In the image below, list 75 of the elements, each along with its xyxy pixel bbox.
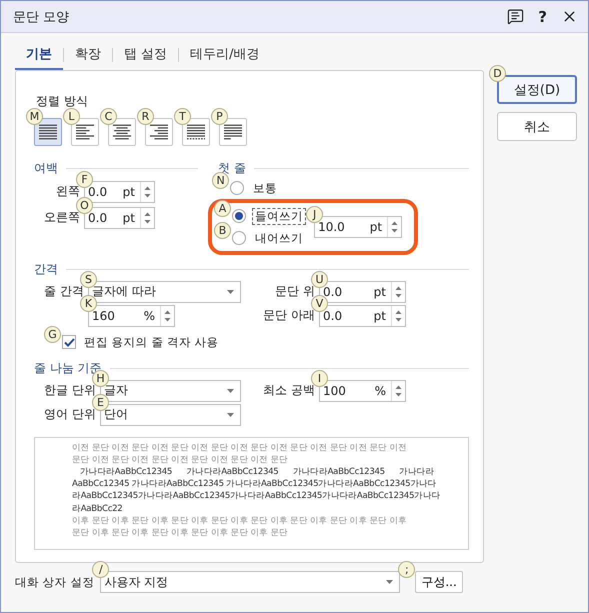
- alignment-icon: [39, 124, 57, 140]
- feedback-icon[interactable]: [507, 8, 524, 25]
- dropdown[interactable]: 단어: [100, 404, 241, 426]
- number-field[interactable]: 0.0 pt: [84, 180, 155, 202]
- field-label: 대화 상자 설정: [15, 574, 94, 590]
- window-title: 문단 모양: [13, 8, 70, 26]
- radio-button[interactable]: [230, 181, 244, 195]
- key-tip: N: [212, 172, 230, 189]
- alignment-button[interactable]: [71, 118, 99, 146]
- key-tip: L: [63, 108, 80, 125]
- key-tip: D: [489, 65, 506, 82]
- dropdown[interactable]: 사용자 지정: [100, 571, 400, 593]
- preview-text: 가나다라AaBbCc12345 가나다라AaBbCc12345 가나다라AaBbCc12345 가나다라: [79, 466, 434, 478]
- key-tip: V: [311, 294, 328, 312]
- preview-text: AaBbCc12345 가나다라AaBbCc12345 가나다라AaBbCc12345가나다라AaBbCc12345가나다: [72, 478, 434, 490]
- key-tip: O: [76, 196, 93, 214]
- alignment-button[interactable]: [145, 118, 173, 146]
- key-tip: U: [311, 270, 328, 288]
- radio-label: 내어쓰기: [254, 230, 304, 246]
- preview-text: 문단 이전 문단 이전 문단 이전 문단 이전 문단 이전 문단: [72, 454, 289, 466]
- preview-text: 라AaBbCc12345가나다라AaBbCc12345가나다라AaBbCc12345가나다라AaBbCc12345가나다: [72, 490, 442, 503]
- key-tip: J: [306, 206, 324, 223]
- caret-icon: [227, 412, 234, 417]
- key-tip: F: [76, 170, 93, 188]
- preview-text: 라AaBbCc22: [72, 502, 124, 515]
- key-tip: A: [214, 200, 232, 217]
- alignment-icon: [76, 124, 94, 140]
- key-tip: /: [92, 561, 110, 578]
- caret-icon: [386, 580, 394, 584]
- tab[interactable]: 테두리/배경: [179, 39, 271, 70]
- radio-label: 보통: [252, 180, 278, 196]
- section-label: 정렬 방식: [35, 93, 89, 110]
- alignment-icon: [113, 124, 131, 140]
- radio-button[interactable]: [232, 209, 246, 223]
- key-tip: R: [137, 108, 154, 125]
- key-tip: ;: [398, 561, 416, 578]
- help-button[interactable]: ?: [538, 8, 547, 26]
- preview-text: 이후 문단 이후 문단 이후 문단 이후 문단 이후 문단 이후 문단 이후 문단 이후 문단 이후: [72, 514, 408, 528]
- alignment-button[interactable]: [182, 118, 210, 146]
- spin-arrows-icon: [395, 308, 402, 323]
- spin-arrows-icon: [395, 284, 402, 299]
- radio-button[interactable]: [232, 231, 246, 245]
- key-tip: G: [44, 326, 61, 344]
- alignment-button[interactable]: [34, 118, 62, 146]
- key-tip: P: [211, 108, 228, 125]
- key-tip: C: [100, 108, 117, 125]
- spin-arrows-icon: [144, 184, 151, 198]
- number-field[interactable]: 100 %: [319, 380, 406, 402]
- section-heading: 여백: [34, 160, 58, 177]
- key-tip: M: [26, 108, 43, 125]
- preview-text: 문단 이후 문단 이후 문단 이후 문단 이후 문단 이후 문단: [72, 527, 289, 540]
- spin-arrows-icon: [391, 220, 398, 234]
- checkbox-label: 편집 용지의 줄 격자 사용: [84, 334, 219, 350]
- alignment-button[interactable]: [219, 118, 247, 146]
- key-tip: T: [174, 108, 191, 125]
- key-tip: S: [80, 270, 97, 288]
- tab[interactable]: 탭 설정: [113, 39, 178, 70]
- dialog-button[interactable]: 취소: [497, 112, 577, 141]
- preview-text: 이전 문단 이전 문단 이전 문단 이전 문단 이전 문단 이전 문단 이전 문단 이전 문단 이전: [72, 442, 408, 454]
- configure-button[interactable]: 구성...: [415, 571, 463, 593]
- alignment-icon: [224, 124, 242, 140]
- spin-arrows-icon: [144, 210, 151, 224]
- spin-arrows-icon: [164, 308, 171, 323]
- section-heading: 간격: [34, 261, 58, 278]
- alignment-icon: [150, 124, 168, 140]
- caret-icon: [227, 290, 234, 294]
- checkbox[interactable]: [62, 335, 76, 350]
- radio-label: 들여쓰기: [252, 208, 306, 224]
- caret-icon: [227, 388, 234, 393]
- alignment-icon: [187, 124, 205, 140]
- key-tip: B: [214, 222, 232, 239]
- number-field[interactable]: 10.0 pt: [314, 216, 402, 238]
- spin-arrows-icon: [395, 384, 402, 398]
- key-tip: I: [311, 370, 328, 387]
- tab[interactable]: 확장: [64, 39, 112, 70]
